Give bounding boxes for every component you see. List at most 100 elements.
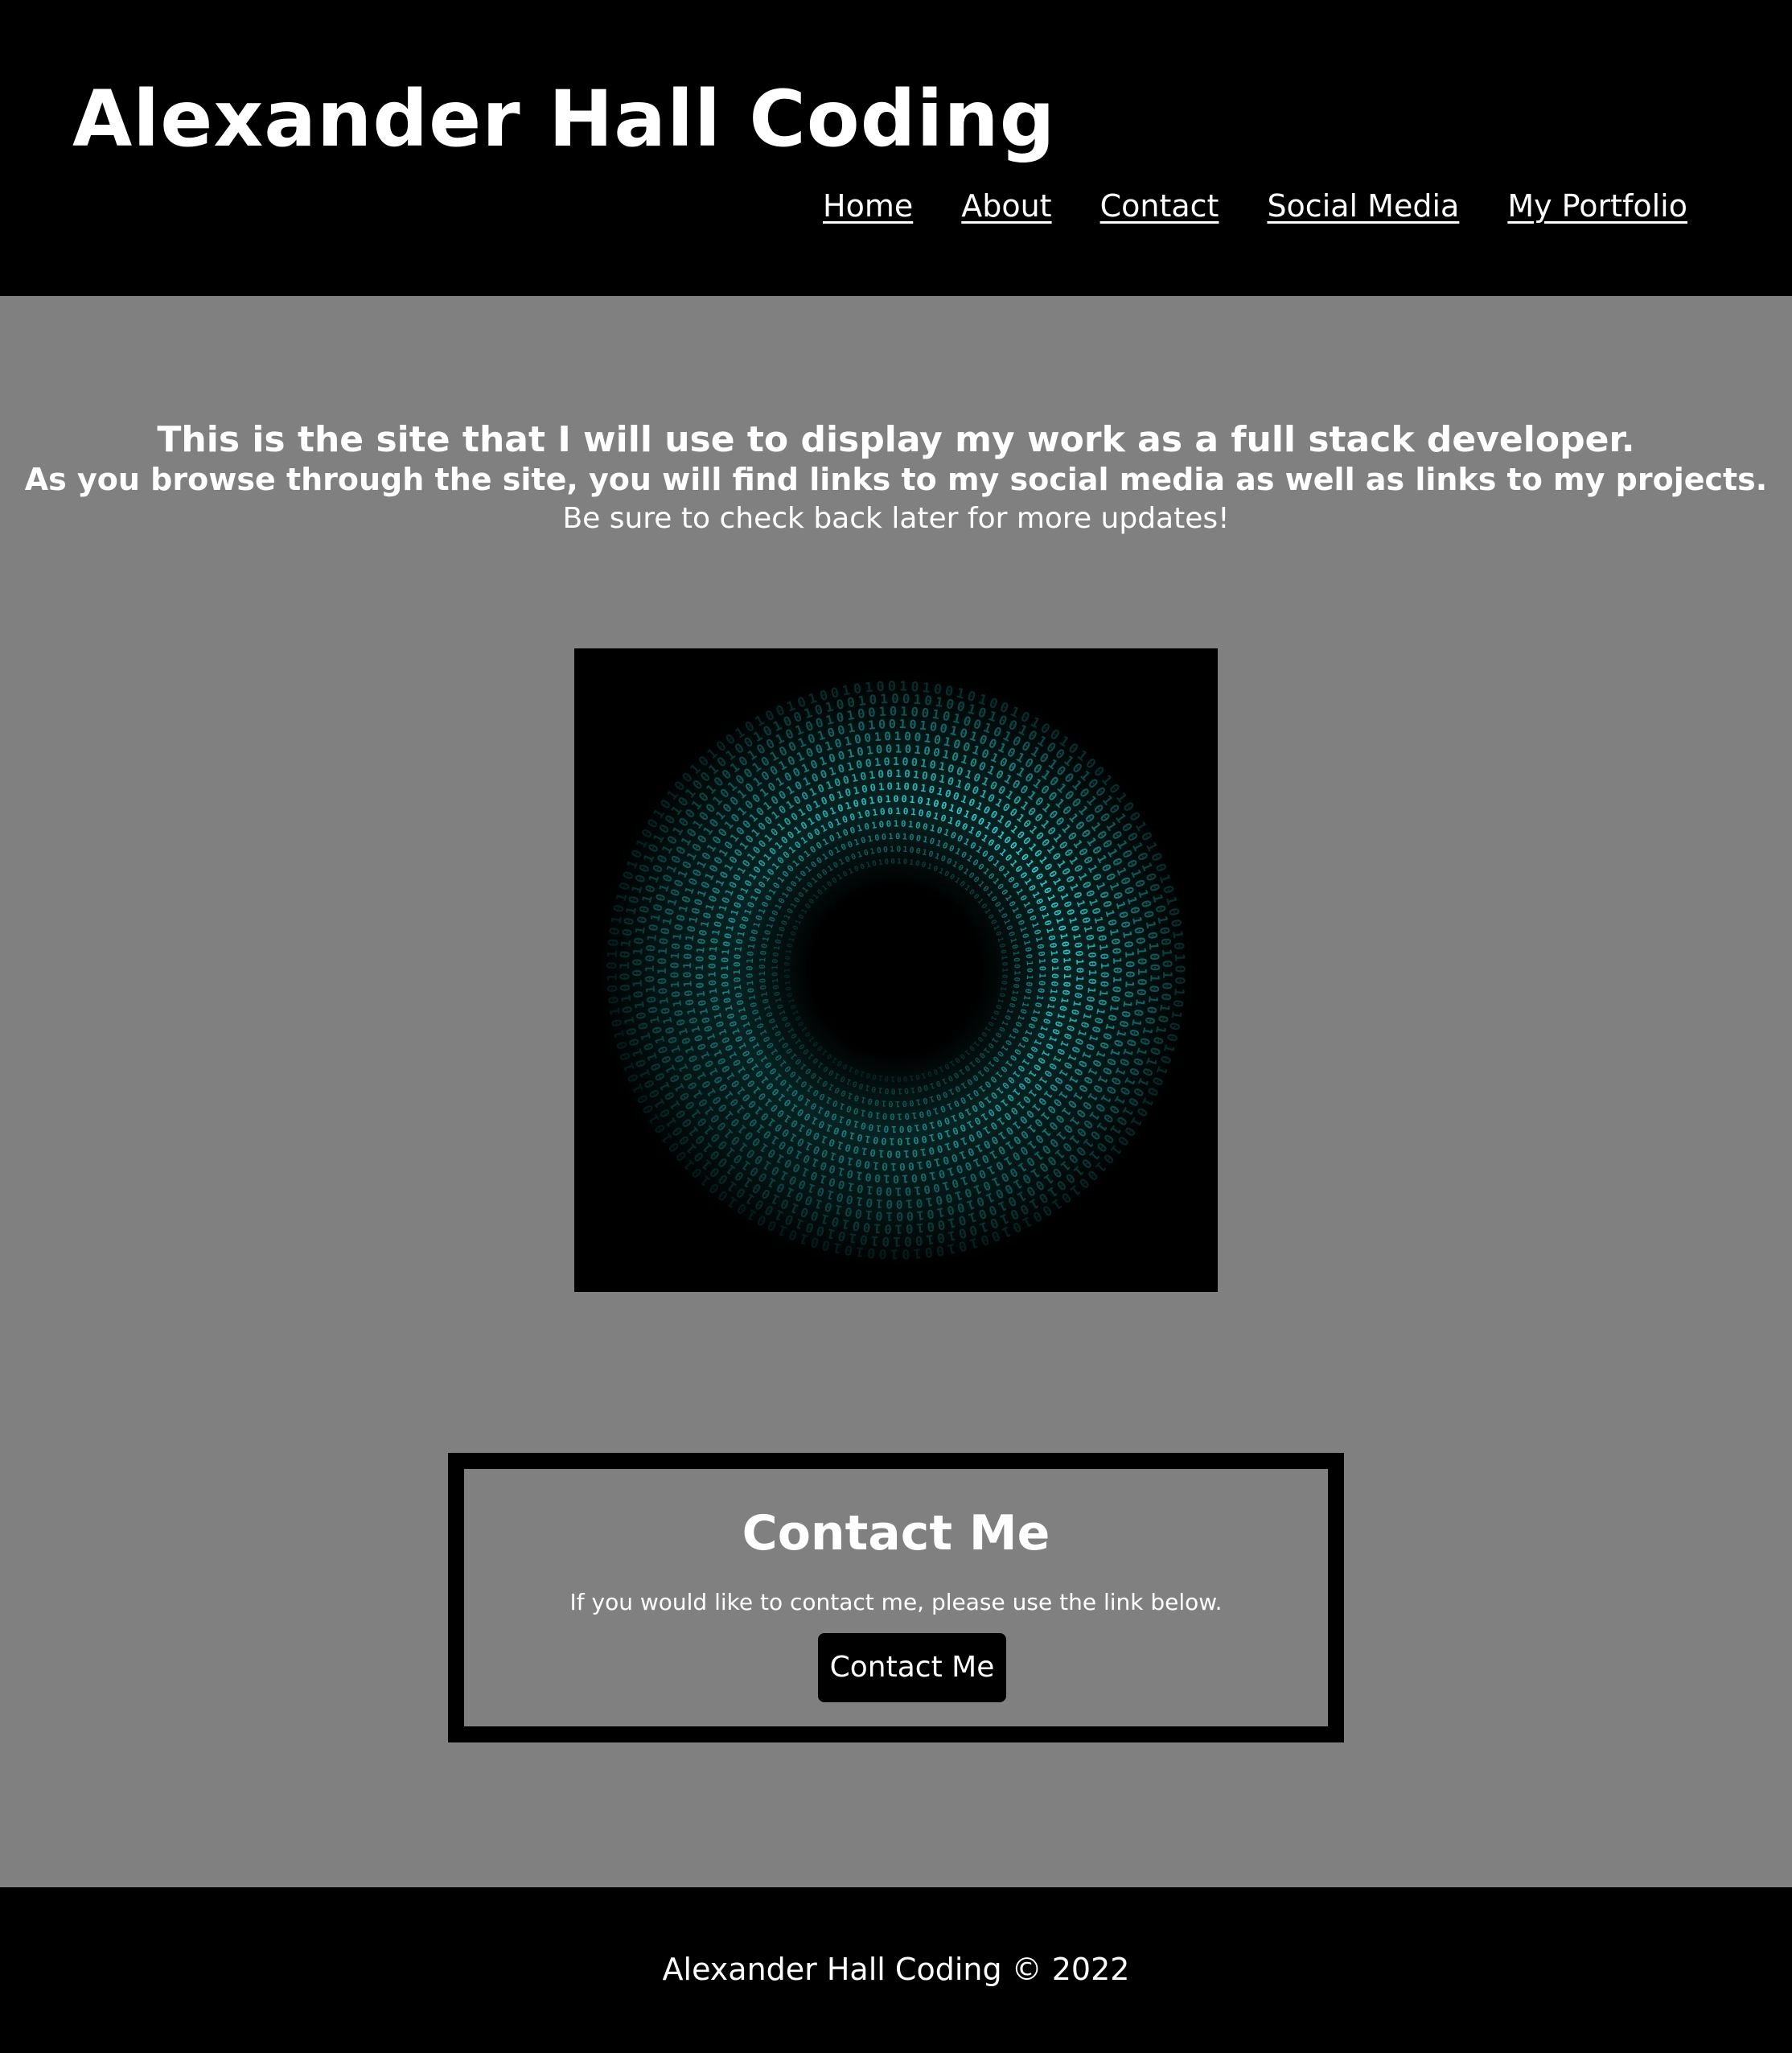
binary-digit: 0 bbox=[876, 678, 885, 695]
binary-digit: 0 bbox=[1025, 968, 1034, 973]
binary-digit: 1 bbox=[898, 1086, 902, 1095]
binary-digit: 1 bbox=[878, 705, 886, 719]
binary-digit: 0 bbox=[1000, 961, 1008, 966]
binary-digit: 1 bbox=[902, 845, 908, 854]
binary-digit: 0 bbox=[902, 1074, 907, 1082]
binary-digit: 0 bbox=[1097, 952, 1110, 960]
contact-section: Contact Me If you would like to contact … bbox=[448, 1453, 1344, 1742]
binary-digit: 0 bbox=[657, 987, 671, 995]
binary-digit: 0 bbox=[886, 1184, 893, 1197]
binary-digit: 1 bbox=[1096, 989, 1109, 998]
binary-digit: 0 bbox=[744, 965, 754, 971]
binary-digit: 0 bbox=[904, 730, 912, 743]
nav-link-contact[interactable]: Contact bbox=[1100, 183, 1219, 228]
binary-digit: 0 bbox=[886, 1197, 893, 1210]
binary-digit: 1 bbox=[1050, 965, 1060, 971]
binary-digit: 1 bbox=[771, 977, 780, 983]
binary-digit: 0 bbox=[1121, 990, 1135, 998]
binary-digit: 1 bbox=[893, 756, 899, 768]
binary-digit: 1 bbox=[999, 955, 1008, 961]
binary-digit: 1 bbox=[784, 968, 792, 972]
nav-link-social-media[interactable]: Social Media bbox=[1267, 183, 1459, 228]
binary-digit: 0 bbox=[911, 781, 919, 793]
nav-link-home[interactable]: Home bbox=[823, 183, 913, 228]
binary-digit: 1 bbox=[875, 1196, 883, 1210]
site-footer: Alexander Hall Coding © 2022 bbox=[0, 1887, 1792, 2053]
binary-digit: 0 bbox=[907, 1159, 914, 1172]
binary-digit: 0 bbox=[910, 1171, 918, 1184]
binary-digit: 1 bbox=[890, 845, 894, 854]
binary-digit: 1 bbox=[1037, 973, 1047, 978]
footer-copyright: Alexander Hall Coding © 2022 bbox=[662, 1952, 1130, 1987]
binary-digit: 0 bbox=[1085, 952, 1098, 959]
binary-digit: 0 bbox=[1172, 976, 1188, 985]
binary-digit: 1 bbox=[603, 973, 619, 981]
binary-digit: 1 bbox=[758, 957, 767, 963]
binary-digit: 0 bbox=[707, 979, 718, 985]
binary-digit: 0 bbox=[1024, 953, 1034, 959]
binary-digit: 1 bbox=[1037, 958, 1047, 964]
binary-digit: 0 bbox=[909, 833, 914, 843]
binary-digit: 0 bbox=[656, 957, 669, 965]
binary-digit: 0 bbox=[1123, 971, 1136, 978]
binary-digit: 0 bbox=[683, 989, 696, 998]
binary-digit: 0 bbox=[887, 806, 893, 817]
binary-digit: 0 bbox=[886, 819, 891, 829]
binary-digit: 1 bbox=[914, 1183, 922, 1197]
binary-digit: 0 bbox=[758, 977, 767, 983]
binary-digit: 0 bbox=[683, 944, 696, 952]
binary-digit: 1 bbox=[1062, 973, 1073, 980]
binary-digit: 0 bbox=[873, 1171, 881, 1184]
binary-digit: 0 bbox=[901, 793, 907, 804]
binary-digit: 0 bbox=[902, 1099, 907, 1108]
binary-digit: 0 bbox=[694, 956, 706, 963]
binary-digit: 1 bbox=[890, 1074, 895, 1082]
binary-digit: 0 bbox=[1012, 977, 1021, 982]
binary-digit: 1 bbox=[643, 965, 657, 973]
binary-digit: 0 bbox=[904, 768, 911, 780]
binary-digit: 1 bbox=[719, 965, 730, 971]
binary-digit: 1 bbox=[720, 948, 732, 956]
binary-digit: 0 bbox=[877, 794, 883, 806]
binary-digit: 0 bbox=[890, 1086, 895, 1095]
binary-digit: 0 bbox=[879, 806, 886, 817]
binary-digit: 1 bbox=[895, 743, 902, 755]
binary-digit: 1 bbox=[1061, 957, 1072, 964]
binary-digit: 0 bbox=[784, 961, 792, 966]
binary-digit: 1 bbox=[1098, 962, 1110, 969]
contact-description: If you would like to contact me, please … bbox=[569, 1589, 1223, 1615]
binary-digit: 0 bbox=[884, 1086, 890, 1095]
binary-digit: 0 bbox=[604, 984, 621, 993]
binary-digit: 0 bbox=[883, 845, 889, 854]
binary-digit: 1 bbox=[864, 679, 873, 696]
binary-digit: 1 bbox=[1122, 981, 1136, 989]
binary-digit: 0 bbox=[603, 961, 619, 969]
binary-digit: 0 bbox=[669, 972, 682, 979]
binary-digit: 0 bbox=[670, 990, 684, 998]
binary-digit: 0 bbox=[878, 768, 885, 781]
binary-digit: 0 bbox=[888, 677, 896, 693]
binary-digit: 0 bbox=[883, 1123, 890, 1133]
binary-digit: 0 bbox=[1073, 984, 1085, 991]
binary-digit: 0 bbox=[884, 730, 891, 743]
binary-digit: 0 bbox=[1073, 950, 1085, 957]
binary-digit: 0 bbox=[732, 953, 743, 960]
binary-digit: 0 bbox=[1050, 973, 1060, 979]
binary-digit: 1 bbox=[669, 981, 683, 988]
contact-title: Contact Me bbox=[742, 1505, 1050, 1561]
contact-me-button[interactable]: Contact Me bbox=[818, 1633, 1006, 1702]
binary-digit: 1 bbox=[898, 717, 906, 731]
binary-digit: 1 bbox=[881, 1098, 886, 1108]
binary-digit: 1 bbox=[895, 1099, 900, 1108]
binary-digit: 0 bbox=[1086, 961, 1098, 967]
binary-digit: 1 bbox=[902, 833, 907, 841]
binary-digit: 1 bbox=[891, 1124, 897, 1134]
nav-link-about[interactable]: About bbox=[961, 183, 1051, 228]
binary-digit: 1 bbox=[1171, 987, 1188, 997]
binary-digit: 0 bbox=[914, 731, 922, 745]
binary-tunnel-graphic: 1001010010100101001010010100101001010010… bbox=[574, 648, 1218, 1292]
intro-note: Be sure to check back later for more upd… bbox=[562, 502, 1230, 535]
binary-digit: 1 bbox=[656, 967, 669, 974]
nav-link-my-portfolio[interactable]: My Portfolio bbox=[1507, 183, 1687, 228]
binary-digit: 0 bbox=[896, 845, 901, 854]
